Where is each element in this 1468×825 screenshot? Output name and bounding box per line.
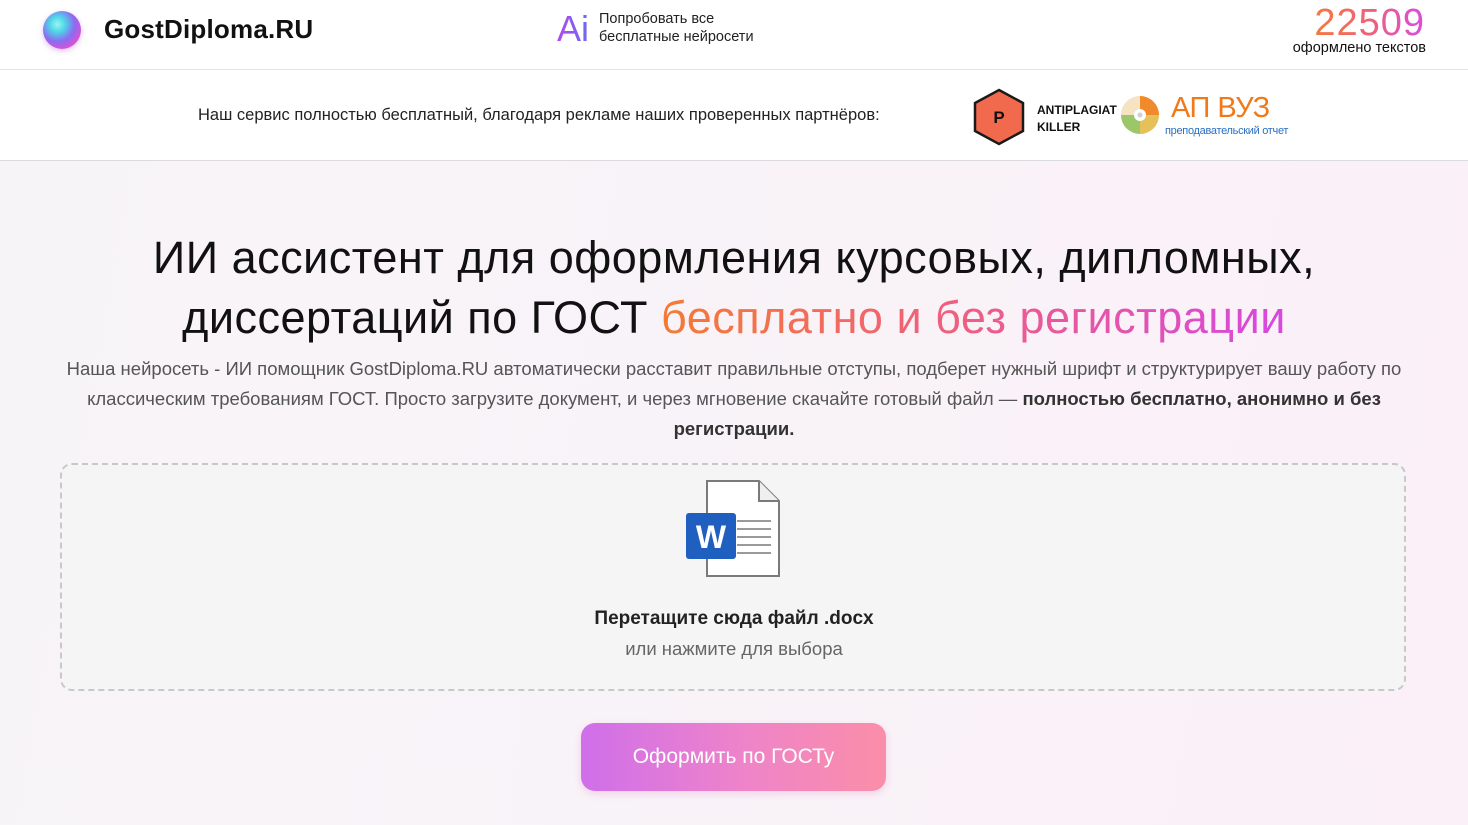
try-ai-link-line2: бесплатные нейросети: [599, 29, 754, 45]
try-ai-link-line1: Попробовать все: [599, 11, 715, 27]
antiplagiat-line2: KILLER: [1037, 120, 1081, 134]
brand-logo-icon[interactable]: [43, 11, 81, 49]
partners-strip: Наш сервис полностью бесплатный, благода…: [0, 70, 1468, 161]
partners-text: Наш сервис полностью бесплатный, благода…: [198, 106, 880, 124]
documents-counter-caption: оформлено текстов: [1292, 40, 1426, 56]
apvuz-subtitle: преподавательский отчет: [1165, 125, 1289, 137]
word-document-icon: W: [686, 480, 780, 577]
antiplagiat-killer-link[interactable]: ANTIPLAGIAT KILLER: [1037, 102, 1117, 136]
brand-name[interactable]: GostDiploma.RU: [104, 14, 313, 45]
hero-title-highlight: бесплатно и без регистрации: [661, 292, 1286, 343]
hero-title-line1: ИИ ассистент для оформления курсовых, ди…: [152, 232, 1316, 283]
apvuz-disc-icon[interactable]: [1120, 95, 1160, 135]
hero-title-line2: диссертаций по ГОСТ: [182, 292, 661, 343]
apvuz-title[interactable]: АП ВУЗ: [1171, 92, 1270, 125]
documents-counter: 22509: [1314, 2, 1425, 44]
antiplagiat-line1: ANTIPLAGIAT: [1037, 103, 1117, 117]
hero-title: ИИ ассистент для оформления курсовых, ди…: [0, 228, 1468, 348]
dropzone-title: Перетащите сюда файл .docx: [594, 608, 874, 629]
top-header: GostDiploma.RU Ai Попробовать все беспла…: [0, 0, 1468, 70]
antiplagiat-badge-letter: P: [993, 108, 1004, 127]
antiplagiat-killer-logo-icon[interactable]: P: [972, 88, 1026, 146]
dropzone-subtitle: или нажмите для выбора: [625, 638, 843, 659]
hero-description: Наша нейросеть - ИИ помощник GostDiploma…: [60, 354, 1408, 444]
word-icon-letter: W: [696, 519, 727, 555]
try-ai-link[interactable]: Попробовать все бесплатные нейросети: [599, 10, 799, 46]
format-gost-button[interactable]: Оформить по ГОСТу: [581, 723, 886, 791]
ai-icon[interactable]: Ai: [557, 8, 589, 50]
